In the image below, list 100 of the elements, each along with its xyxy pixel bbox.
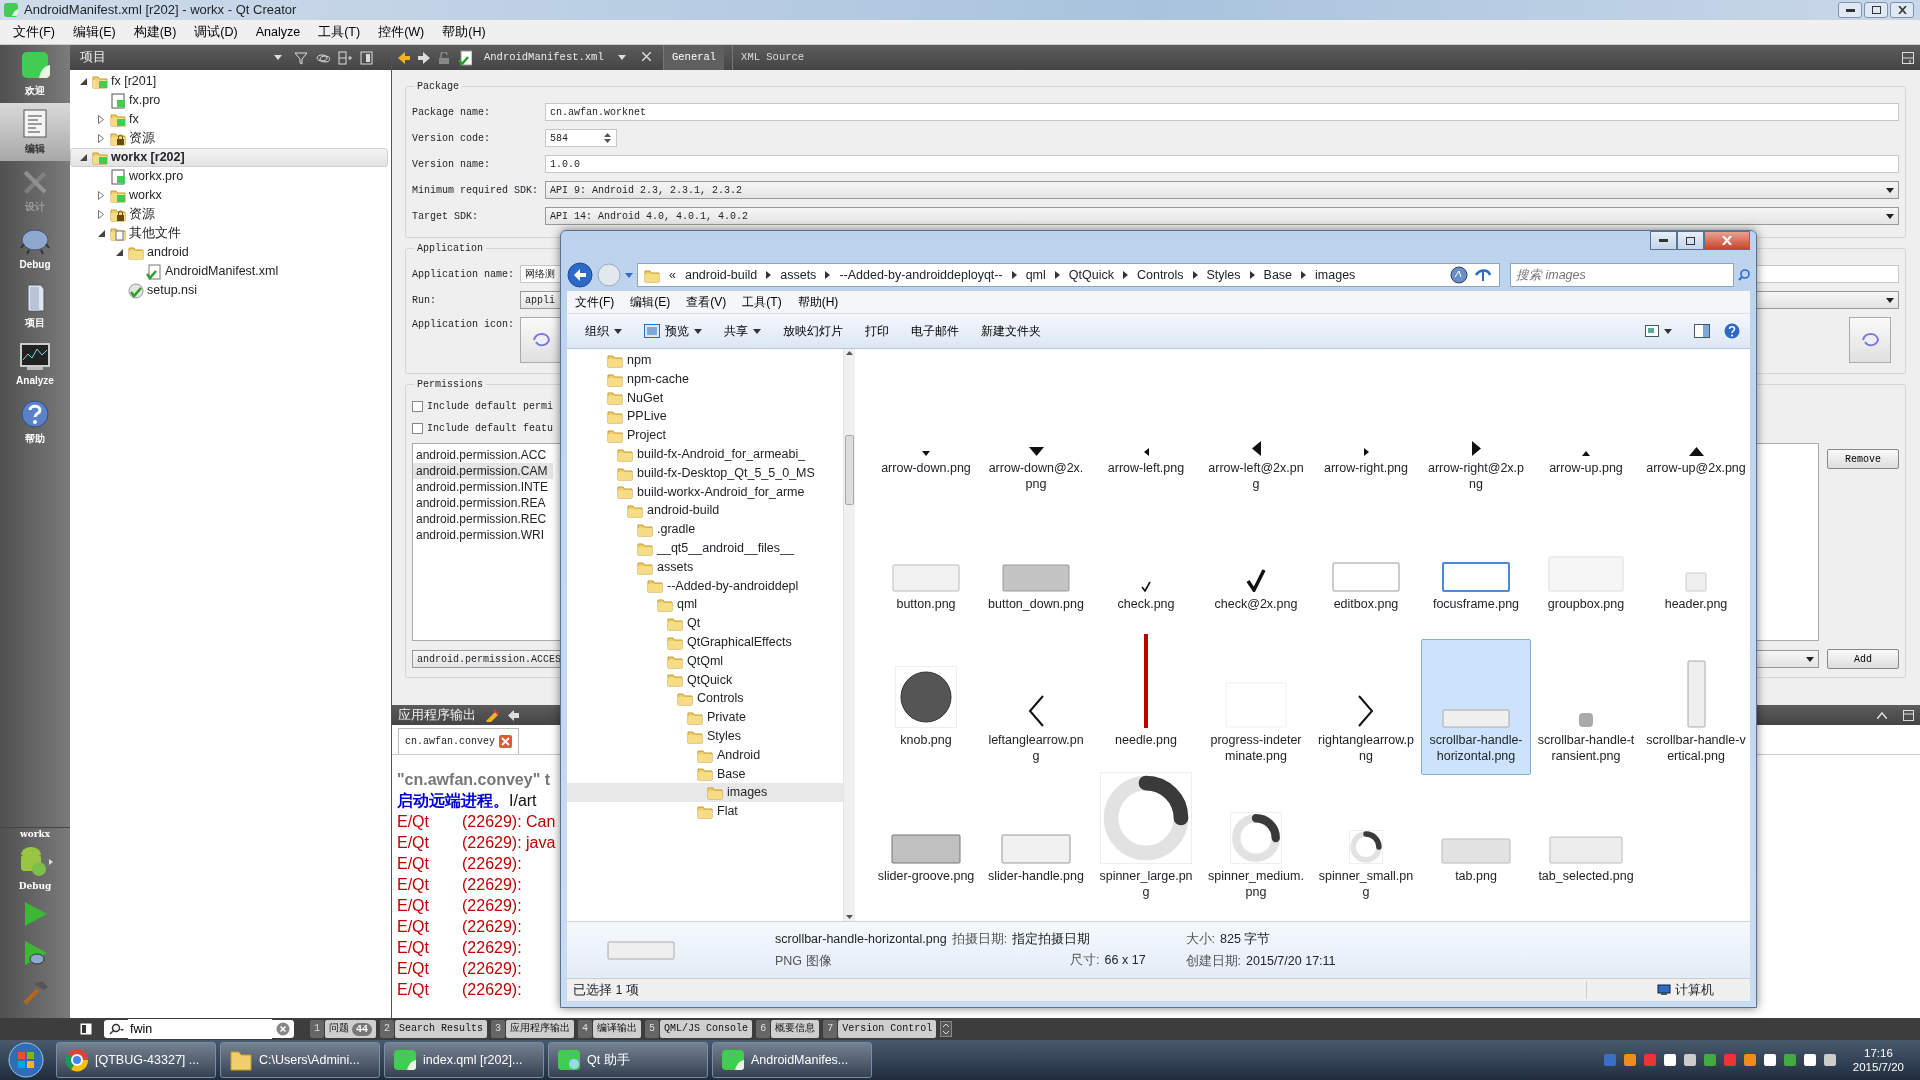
breadcrumb-item[interactable]: Controls [1136, 265, 1184, 285]
toolbar-button[interactable]: 共享 [716, 322, 769, 340]
folder-tree-item[interactable]: npm-cache [567, 369, 843, 389]
folder-tree-item[interactable]: Base [567, 764, 843, 784]
text-field[interactable]: cn.awfan.worknet [545, 103, 1899, 121]
filter-icon[interactable] [294, 50, 308, 65]
tree-item[interactable]: 其他文件 [70, 224, 388, 243]
file-item[interactable]: arrow-right.png [1311, 367, 1421, 503]
menu-item[interactable]: 调试(D) [185, 22, 247, 42]
icon-button[interactable] [1849, 317, 1891, 363]
maximize-button[interactable] [1677, 231, 1704, 250]
file-item[interactable]: scrollbar-handle-vertical.png [1641, 639, 1751, 775]
file-item[interactable]: knob.png [871, 639, 981, 775]
taskbar-button[interactable]: Qt 助手 [548, 1042, 708, 1078]
tray-icon[interactable] [1662, 1053, 1677, 1067]
file-item[interactable]: button.png [871, 503, 981, 639]
mode-button[interactable]: 项目 [0, 277, 70, 335]
tray-icon[interactable] [1762, 1053, 1777, 1067]
folder-tree-item[interactable]: QtQuick [567, 670, 843, 690]
forward-arrow-icon[interactable] [418, 51, 430, 64]
folder-tree-item[interactable]: QtGraphicalEffects [567, 632, 843, 652]
dropdown[interactable]: API 14: Android 4.0, 4.0.1, 4.0.2 [545, 207, 1899, 225]
file-item[interactable]: arrow-left@2x.png [1201, 367, 1311, 503]
dropdown[interactable]: API 9: Android 2.3, 2.3.1, 2.3.2 [545, 181, 1899, 199]
file-item[interactable]: arrow-down.png [871, 367, 981, 503]
folder-tree-item[interactable]: build-workx-Android_for_arme [567, 482, 843, 502]
minimize-button[interactable] [1838, 2, 1862, 18]
folder-tree-item[interactable]: Qt [567, 614, 843, 633]
expanded-arrow-icon[interactable] [79, 154, 87, 161]
menu-item[interactable]: 编辑(E) [63, 22, 125, 42]
toolbar-button[interactable]: 新建文件夹 [973, 322, 1049, 340]
more-tabs-icon[interactable] [940, 1021, 953, 1037]
menu-item[interactable]: 工具(T) [309, 22, 370, 42]
folder-tree-item[interactable]: android-build [567, 501, 843, 521]
close-button[interactable] [1890, 2, 1914, 18]
checkbox[interactable] [412, 400, 423, 412]
folder-tree-item[interactable]: build-fx-Android_for_armeabi_ [567, 445, 843, 464]
collapse-icon[interactable] [1877, 711, 1887, 719]
mode-button[interactable]: 欢迎 [0, 45, 70, 103]
file-item[interactable]: needle.png [1091, 639, 1201, 775]
tree-item[interactable]: 资源 [70, 129, 388, 148]
split-icon[interactable] [1902, 51, 1914, 64]
folder-tree-item[interactable]: QtQml [567, 651, 843, 671]
list-item[interactable]: android.permission.REA [413, 495, 553, 511]
clear-icon[interactable] [276, 1022, 290, 1036]
menu-item[interactable]: 构建(B) [124, 22, 186, 42]
tree-item[interactable]: 资源 [70, 205, 388, 224]
file-item[interactable]: spinner_large.png [1091, 775, 1201, 911]
list-item[interactable]: android.permission.WRI [413, 527, 553, 543]
breadcrumb-item[interactable]: assets [780, 265, 817, 285]
file-item[interactable]: groupbox.png [1531, 503, 1641, 639]
refresh-icon[interactable] [1449, 265, 1469, 285]
toolbar-button[interactable]: 预览 [636, 322, 710, 340]
back-button[interactable] [567, 262, 593, 288]
preview-pane-icon[interactable] [1694, 324, 1710, 338]
file-item[interactable]: rightanglearrow.png [1311, 639, 1421, 775]
file-item[interactable]: spinner_medium.png [1201, 775, 1311, 911]
folder-tree-item[interactable]: Android [567, 745, 843, 765]
close-pane-icon[interactable] [360, 50, 374, 65]
list-item[interactable]: android.permission.ACC [413, 447, 553, 463]
expanded-arrow-icon[interactable] [115, 249, 123, 256]
file-item[interactable]: button_down.png [981, 503, 1091, 639]
menu-item[interactable]: 编辑(E) [622, 293, 679, 311]
breadcrumb-item[interactable]: images [1315, 265, 1356, 285]
folder-tree-item[interactable]: Controls [567, 689, 843, 709]
search-field[interactable]: 搜索 images [1510, 263, 1734, 287]
add-button[interactable]: Add [1827, 649, 1899, 669]
folder-tree-item[interactable]: Flat [567, 802, 843, 821]
checkbox[interactable] [412, 422, 423, 434]
close-button[interactable] [1704, 231, 1750, 250]
taskbar-button[interactable]: [QTBUG-43327] ... [56, 1042, 216, 1078]
breadcrumb-item[interactable]: --Added-by-androiddeployqt-- [839, 265, 1003, 285]
folder-tree-item[interactable]: .gradle [567, 520, 843, 539]
editor-tab[interactable]: General [663, 45, 725, 70]
folder-tree-item[interactable]: qml [567, 595, 843, 615]
file-item[interactable]: tab_selected.png [1531, 775, 1641, 911]
breadcrumb-item[interactable]: Base [1263, 265, 1293, 285]
clear-icon[interactable] [484, 708, 500, 722]
collapsed-arrow-icon[interactable] [98, 115, 104, 124]
folder-tree-item[interactable]: assets [567, 557, 843, 577]
folder-tree-item[interactable]: PPLive [567, 407, 843, 427]
list-item[interactable]: android.permission.REC [413, 511, 553, 527]
folder-tree-item[interactable]: Styles [567, 726, 843, 746]
menu-item[interactable]: 帮助(H) [789, 293, 847, 311]
tree-item[interactable]: workx.pro [70, 167, 388, 186]
collapsed-arrow-icon[interactable] [98, 210, 104, 219]
menu-item[interactable]: Analyze [246, 22, 310, 42]
collapsed-arrow-icon[interactable] [98, 134, 104, 143]
maximize-icon[interactable] [1903, 709, 1914, 721]
mode-button[interactable]: 编辑 [0, 103, 70, 161]
taskbar-button[interactable]: index.qml [r202]... [384, 1042, 544, 1078]
tray-icon[interactable] [1682, 1053, 1697, 1067]
menu-item[interactable]: 控件(W) [369, 22, 434, 42]
file-item[interactable]: tab.png [1421, 775, 1531, 911]
file-item[interactable]: slider-handle.png [981, 775, 1091, 911]
history-button[interactable] [625, 272, 633, 278]
scroll-down-icon[interactable] [846, 915, 853, 919]
previous-icon[interactable] [508, 709, 519, 721]
tree-item[interactable]: fx [70, 110, 388, 129]
breadcrumb-item[interactable]: android-build [684, 265, 758, 285]
